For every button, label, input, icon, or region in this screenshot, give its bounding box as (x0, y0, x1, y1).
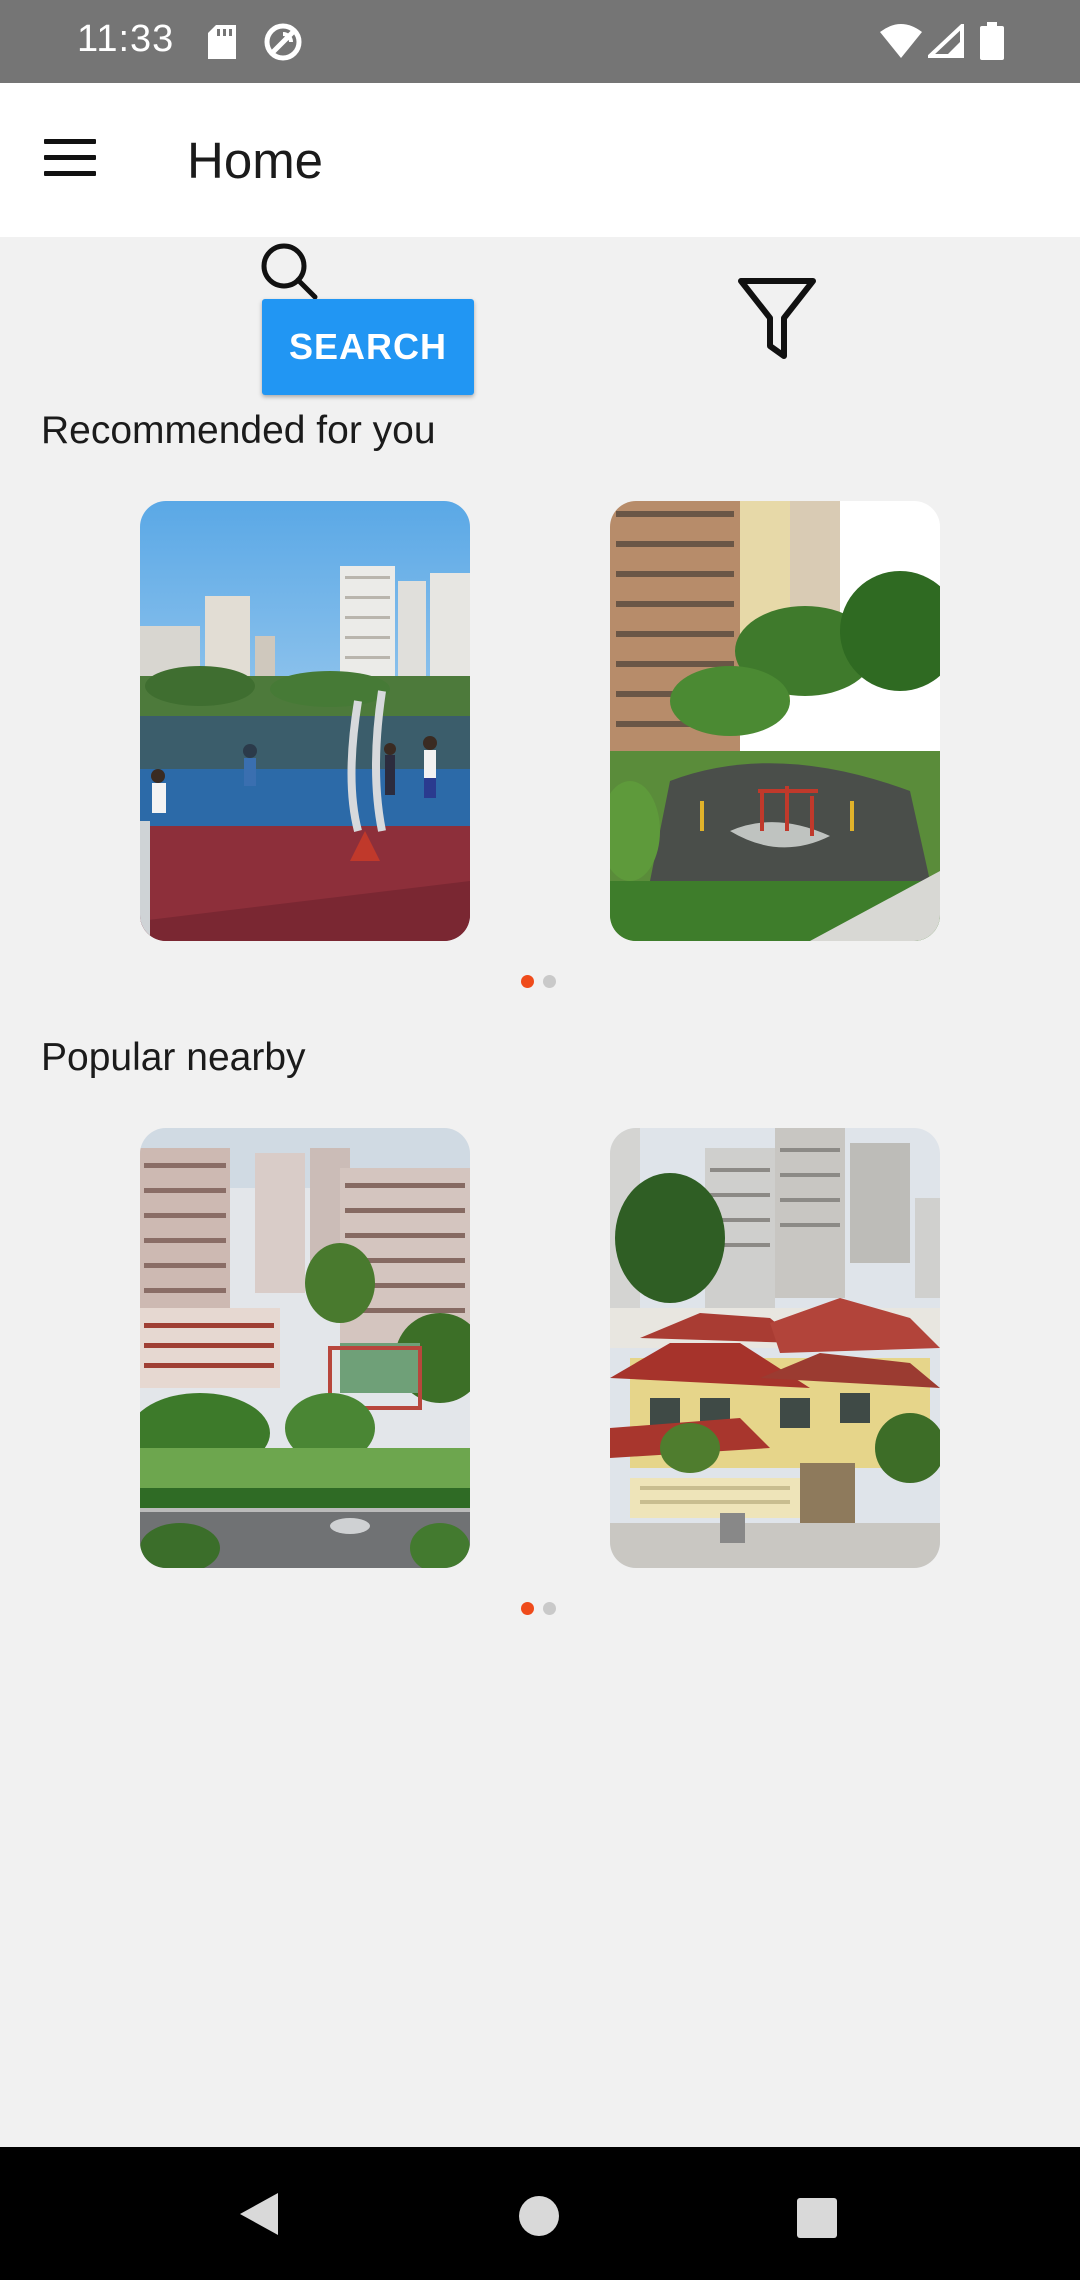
sync-icon (263, 22, 303, 67)
home-icon[interactable] (518, 2195, 560, 2242)
battery-icon (980, 22, 1004, 65)
section-title-recommended: Recommended for you (41, 409, 436, 452)
status-time: 11:33 (77, 18, 175, 60)
page-dot-active (521, 975, 534, 988)
recommended-card-playground[interactable] (610, 501, 940, 941)
section-title-popular: Popular nearby (41, 1036, 306, 1079)
popular-card-houses[interactable] (610, 1128, 940, 1568)
recommended-card-park[interactable] (140, 501, 470, 941)
hamburger-menu-icon[interactable] (44, 139, 96, 179)
recents-icon[interactable] (797, 2198, 837, 2243)
status-bar: 11:33 (0, 0, 1080, 83)
back-icon[interactable] (238, 2191, 280, 2242)
sd-card-icon (208, 25, 236, 64)
filter-icon[interactable] (736, 276, 818, 367)
system-nav-bar (0, 2147, 1080, 2280)
page-dot-inactive (543, 1602, 556, 1615)
page-dot-inactive (543, 975, 556, 988)
app-bar: Home (0, 83, 1080, 237)
cell-signal-icon (924, 21, 964, 63)
search-button[interactable]: SEARCH (262, 299, 474, 395)
search-icon[interactable] (258, 240, 320, 307)
popular-card-condominium[interactable] (140, 1128, 470, 1568)
wifi-icon (880, 24, 922, 63)
page-dot-active (521, 1602, 534, 1615)
page-title: Home (187, 132, 324, 189)
